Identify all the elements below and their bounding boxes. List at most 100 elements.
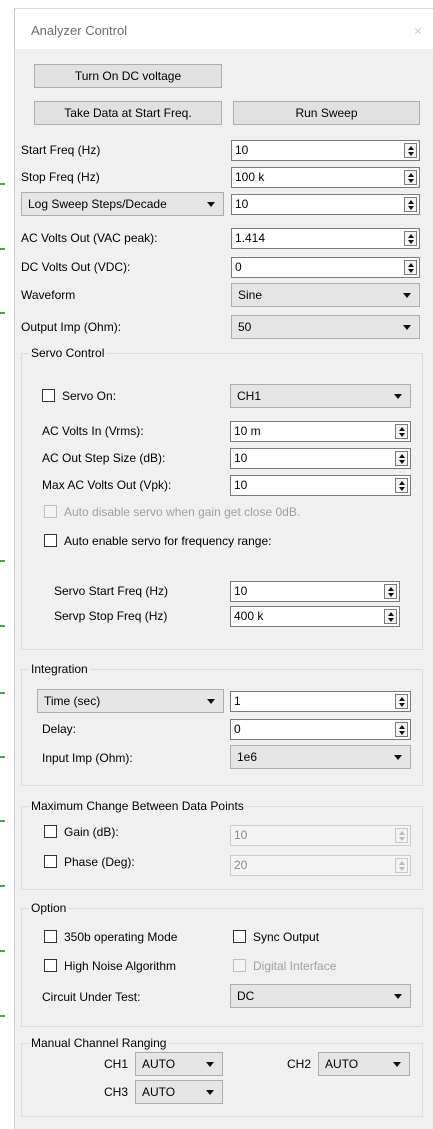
chevron-down-icon — [403, 325, 411, 330]
spin-arrows-icon[interactable] — [395, 722, 408, 737]
background-plot-tick — [0, 756, 5, 758]
spin-arrows-icon[interactable] — [404, 260, 417, 275]
sweep-steps-mode-value: Log Sweep Steps/Decade — [28, 197, 167, 211]
integration-mode-dropdown[interactable]: Time (sec) — [37, 689, 224, 713]
phase-checkbox[interactable] — [44, 855, 57, 868]
spin-arrows-icon[interactable] — [404, 231, 417, 246]
sweep-steps-value: 10 — [235, 197, 249, 211]
turn-on-dc-voltage-button[interactable]: Turn On DC voltage — [34, 64, 222, 88]
max-ac-volts-spinbox[interactable]: 10 — [230, 475, 411, 496]
spin-arrows-icon[interactable] — [384, 609, 397, 624]
high-noise-checkbox[interactable] — [44, 959, 57, 972]
ch3-range-value: AUTO — [142, 1085, 176, 1099]
ac-volts-out-spinbox[interactable]: 1.414 — [231, 228, 420, 249]
start-freq-spinbox[interactable]: 10 — [231, 140, 420, 161]
stop-freq-value: 100 k — [235, 170, 265, 184]
chevron-down-icon — [206, 1090, 214, 1095]
integration-value-spinbox[interactable]: 1 — [230, 691, 411, 712]
delay-label: Delay: — [42, 722, 77, 736]
stop-freq-label: Stop Freq (Hz) — [21, 170, 100, 184]
sweep-steps-spinbox[interactable]: 10 — [231, 194, 420, 215]
gain-spinbox[interactable]: 10 — [230, 825, 411, 846]
background-plot-tick — [0, 950, 5, 952]
chevron-down-icon — [394, 394, 402, 399]
servo-stop-freq-label: Servp Stop Freq (Hz) — [54, 609, 168, 623]
servo-channel-dropdown[interactable]: CH1 — [230, 384, 411, 408]
background-plot-tick — [0, 1015, 5, 1017]
stop-freq-spinbox[interactable]: 100 k — [231, 167, 420, 188]
circuit-under-test-dropdown[interactable]: DC — [230, 984, 411, 1008]
delay-spinbox[interactable]: 0 — [230, 719, 411, 740]
spin-arrows-icon[interactable] — [384, 584, 397, 599]
take-data-button[interactable]: Take Data at Start Freq. — [34, 101, 222, 125]
spin-arrows-icon[interactable] — [395, 858, 408, 873]
integration-value: 1 — [234, 694, 241, 708]
spin-arrows-icon[interactable] — [395, 424, 408, 439]
waveform-dropdown[interactable]: Sine — [231, 283, 420, 307]
spin-arrows-icon[interactable] — [404, 170, 417, 185]
phase-label: Phase (Deg): — [64, 855, 135, 869]
ac-volts-in-spinbox[interactable]: 10 m — [230, 421, 411, 442]
output-imp-dropdown[interactable]: 50 — [231, 315, 420, 339]
circuit-under-test-label: Circuit Under Test: — [42, 990, 141, 1004]
phase-value: 20 — [234, 858, 248, 872]
350b-mode-checkbox[interactable] — [44, 930, 57, 943]
background-plot-tick — [0, 312, 5, 314]
background-plot-tick — [0, 183, 5, 185]
spin-arrows-icon[interactable] — [395, 478, 408, 493]
auto-enable-label: Auto enable servo for frequency range: — [64, 534, 272, 548]
start-freq-value: 10 — [235, 143, 249, 157]
run-sweep-button[interactable]: Run Sweep — [233, 101, 420, 125]
delay-value: 0 — [234, 722, 241, 736]
ac-volts-out-value: 1.414 — [235, 231, 266, 245]
sync-output-checkbox[interactable] — [233, 930, 246, 943]
integration-title: Integration — [29, 662, 90, 676]
background-plot-tick — [0, 625, 5, 627]
auto-enable-checkbox[interactable] — [44, 534, 57, 547]
servo-stop-freq-spinbox[interactable]: 400 k — [230, 606, 400, 627]
ch2-range-dropdown[interactable]: AUTO — [318, 1052, 410, 1076]
background-plot-tick — [0, 820, 5, 822]
background-plot-tick — [0, 692, 5, 694]
spin-arrows-icon[interactable] — [395, 451, 408, 466]
spin-arrows-icon[interactable] — [404, 197, 417, 212]
input-imp-dropdown[interactable]: 1e6 — [230, 745, 411, 769]
max-ac-volts-value: 10 — [234, 478, 248, 492]
spin-arrows-icon[interactable] — [404, 143, 417, 158]
dc-volts-out-label: DC Volts Out (VDC): — [21, 260, 131, 274]
dc-volts-out-spinbox[interactable]: 0 — [231, 257, 420, 278]
step-size-label: AC Out Step Size (dB): — [42, 451, 166, 465]
input-imp-label: Input Imp (Ohm): — [42, 751, 133, 765]
spin-arrows-icon[interactable] — [395, 828, 408, 843]
window-title: Analyzer Control — [31, 23, 128, 38]
sync-output-label: Sync Output — [253, 930, 320, 944]
input-imp-value: 1e6 — [237, 750, 258, 764]
max-ac-volts-label: Max AC Volts Out (Vpk): — [42, 478, 172, 492]
servo-channel-value: CH1 — [237, 389, 262, 403]
background-plot-tick — [0, 560, 5, 562]
start-freq-label: Start Freq (Hz) — [21, 143, 101, 157]
ch2-range-value: AUTO — [325, 1057, 359, 1071]
channel-ranging-title: Manual Channel Ranging — [29, 1036, 169, 1050]
sweep-steps-mode-dropdown[interactable]: Log Sweep Steps/Decade — [21, 192, 224, 216]
phase-spinbox[interactable]: 20 — [230, 855, 411, 876]
gain-checkbox[interactable] — [44, 825, 57, 838]
ac-volts-out-label: AC Volts Out (VAC peak): — [21, 231, 158, 245]
ch1-range-dropdown[interactable]: AUTO — [135, 1052, 223, 1076]
servo-on-checkbox[interactable] — [42, 389, 55, 402]
title-bar[interactable]: Analyzer Control ✕ — [15, 9, 433, 49]
spin-arrows-icon[interactable] — [395, 694, 408, 709]
auto-disable-label: Auto disable servo when gain get close 0… — [64, 505, 301, 519]
servo-start-freq-spinbox[interactable]: 10 — [230, 581, 400, 602]
ch3-range-dropdown[interactable]: AUTO — [135, 1080, 223, 1104]
step-size-spinbox[interactable]: 10 — [230, 448, 411, 469]
digital-interface-checkbox[interactable] — [233, 959, 246, 972]
close-icon[interactable]: ✕ — [409, 23, 427, 41]
integration-mode-value: Time (sec) — [44, 694, 101, 708]
digital-interface-label: Digital Interface — [253, 959, 337, 973]
gain-label: Gain (dB): — [64, 825, 119, 839]
dc-volts-out-value: 0 — [235, 260, 242, 274]
auto-disable-checkbox[interactable] — [44, 505, 57, 518]
chevron-down-icon — [207, 202, 215, 207]
ch3-label: CH3 — [104, 1085, 129, 1099]
